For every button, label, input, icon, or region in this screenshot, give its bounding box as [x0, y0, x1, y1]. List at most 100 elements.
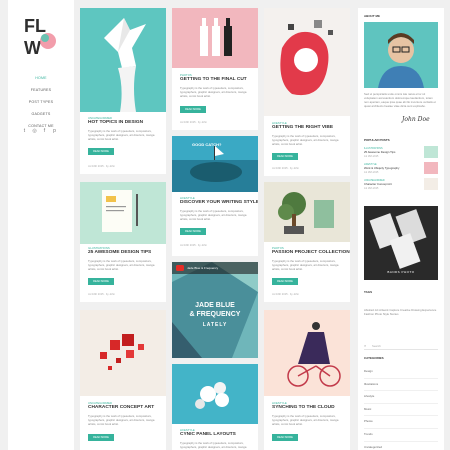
post-thumbnail[interactable] [172, 8, 258, 68]
site-logo[interactable]: FL W [22, 14, 62, 58]
read-more-button[interactable]: Read More [88, 278, 114, 285]
nav-item-gadgets[interactable]: Gadgets [8, 108, 74, 120]
post-excerpt: Typography is the work of typesetters, c… [88, 259, 155, 271]
nav-item-features[interactable]: Features [8, 84, 74, 96]
search-box[interactable]: ⌕ Search [364, 342, 438, 350]
post-title[interactable]: Getting to the final cut [180, 77, 254, 82]
category-item[interactable]: Lifestyle [364, 391, 438, 404]
post-excerpt: Typography is the work of typesetters, c… [88, 129, 155, 141]
video-title-line1: JADE BLUE [195, 302, 235, 309]
category-item[interactable]: Photos [364, 416, 438, 429]
category-item[interactable]: Music [364, 404, 438, 417]
popular-post-date: Jul 16th 2015 [364, 171, 379, 174]
post-thumbnail[interactable] [264, 310, 350, 396]
post-thumbnail[interactable] [264, 182, 350, 242]
post-title[interactable]: Getting the right vibe [272, 125, 346, 130]
read-more-button[interactable]: Read More [272, 434, 298, 441]
facebook-icon[interactable]: f [42, 128, 47, 134]
popular-post-thumb[interactable] [424, 162, 438, 174]
nav-item-home[interactable]: Home [8, 72, 74, 84]
popular-post-title[interactable]: Work & Ubiquity Typography [364, 166, 420, 170]
post-thumbnail[interactable] [80, 310, 166, 396]
about-title: About Me [364, 14, 380, 18]
read-more-button[interactable]: Read More [272, 278, 298, 285]
about-photo [364, 22, 438, 88]
read-more-button[interactable]: Read More [88, 148, 114, 155]
post-card: Uncategorized Character concept art Typo… [80, 310, 166, 450]
tags-title: Tags [364, 290, 373, 294]
video-title-line3: LATELY [202, 322, 228, 328]
categories-list: Design Illustrations Lifestyle Music Pho… [364, 366, 438, 450]
youtube-play-icon[interactable] [176, 265, 184, 271]
instagram-icon[interactable]: ◎ [32, 128, 37, 134]
post-title[interactable]: Cynic panel layouts [180, 432, 254, 437]
post-thumbnail[interactable] [80, 8, 166, 112]
popular-posts-title: Popular Posts [364, 138, 390, 142]
twitter-icon[interactable]: t [22, 128, 27, 134]
post-thumbnail[interactable]: GOOD CATCH? [172, 136, 258, 192]
pinterest-icon[interactable]: p [52, 128, 57, 134]
post-excerpt: Typography is the work of typesetters, c… [272, 259, 339, 271]
post-title[interactable]: Hot topics in design [88, 120, 162, 125]
post-excerpt: Typography is the work of typesetters, c… [272, 414, 339, 426]
video-channel: Jade Blue & Frequency [187, 266, 219, 270]
post-excerpt: Typography is the work of typesetters, c… [180, 86, 247, 98]
read-more-button[interactable]: Read More [88, 434, 114, 441]
popular-post-title[interactable]: Character Concept Art [364, 182, 420, 186]
post-excerpt: Typography is the work of typesetters, c… [272, 134, 339, 146]
social-links: t ◎ f p [22, 128, 57, 134]
popular-post-thumb[interactable] [424, 146, 438, 158]
popular-post-item[interactable]: Illustrations 25 Awesome Design Tips Jul… [364, 146, 438, 160]
popular-post-thumb[interactable] [424, 178, 438, 190]
post-title[interactable]: Synching to the cloud [272, 405, 346, 410]
post-thumbnail[interactable] [80, 182, 166, 244]
ad-banner[interactable]: BANDS PHOTO [364, 206, 438, 280]
read-more-button[interactable]: Read More [180, 106, 206, 113]
post-meta: Jul 16th 2015 · by John [272, 293, 299, 296]
svg-text:W: W [24, 38, 41, 58]
post-excerpt: Typography is the work of typesetters, c… [88, 414, 155, 426]
post-thumbnail[interactable] [172, 364, 258, 424]
signature: John Doe [402, 116, 430, 123]
popular-post-title[interactable]: 25 Awesome Design Tips [364, 150, 420, 154]
popular-post-date: Jul 16th 2015 [364, 187, 379, 190]
category-item[interactable]: Trends [364, 429, 438, 442]
category-item[interactable]: Design [364, 366, 438, 379]
category-item[interactable]: Uncategorized [364, 442, 438, 450]
post-meta: Jul 16th 2015 · by John [180, 244, 207, 247]
tag-cloud[interactable]: Abstract Art Artwork Capture Creative Dr… [364, 308, 438, 317]
categories-title: Categories [364, 356, 384, 360]
nav-item-post-types[interactable]: Post Types [8, 96, 74, 108]
popular-post-item[interactable]: Uncategorized Character Concept Art Jul … [364, 178, 438, 192]
post-thumbnail[interactable] [264, 8, 350, 116]
category-item[interactable]: Illustrations [364, 379, 438, 392]
right-sidebar: About Me Sed ut perspiciatis unde omnis … [358, 8, 444, 450]
post-card: Photos Getting to the final cut Typograp… [172, 8, 258, 130]
video-thumbnail[interactable]: Jade Blue & Frequency JADE BLUE & FREQUE… [172, 262, 258, 358]
video-card: Jade Blue & Frequency JADE BLUE & FREQUE… [172, 262, 258, 358]
post-meta: Jul 16th 2015 · by John [88, 165, 115, 168]
post-title[interactable]: Passion project collection [272, 250, 350, 255]
read-more-button[interactable]: Read More [180, 228, 206, 235]
post-meta: Jul 16th 2015 · by John [88, 293, 115, 296]
video-title-line2: & FREQUENCY [189, 311, 241, 318]
post-excerpt: Typography is the work of typesetters, c… [180, 209, 247, 221]
post-card: Lifestyle Cynic panel layouts Typography… [172, 364, 258, 450]
post-card: Illustrations 25 awesome design tips Typ… [80, 182, 166, 302]
search-icon[interactable]: ⌕ [364, 342, 366, 350]
left-sidebar: FL W Home Features Post Types Gadgets Co… [8, 0, 74, 450]
read-more-button[interactable]: Read More [272, 153, 298, 160]
post-meta: Jul 16th 2015 · by John [272, 167, 299, 170]
post-meta: Jul 16th 2015 · by John [180, 121, 207, 124]
post-card: Lifestyle Synching to the cloud Typograp… [264, 310, 350, 450]
ad-text: BANDS PHOTO [387, 270, 415, 274]
post-title[interactable]: 25 awesome design tips [88, 250, 162, 255]
popular-post-date: Jul 16th 2015 [364, 155, 379, 158]
post-title[interactable]: Character concept art [88, 405, 162, 410]
post-excerpt: Typography is the work of typesetters, c… [180, 441, 247, 450]
main-nav: Home Features Post Types Gadgets Contact… [8, 72, 74, 132]
search-input[interactable]: Search [372, 344, 381, 348]
post-title[interactable]: Discover your writing style [180, 200, 258, 205]
popular-post-item[interactable]: Lifestyle Work & Ubiquity Typography Jul… [364, 162, 438, 176]
post-card: Uncategorized Hot topics in design Typog… [80, 8, 166, 174]
